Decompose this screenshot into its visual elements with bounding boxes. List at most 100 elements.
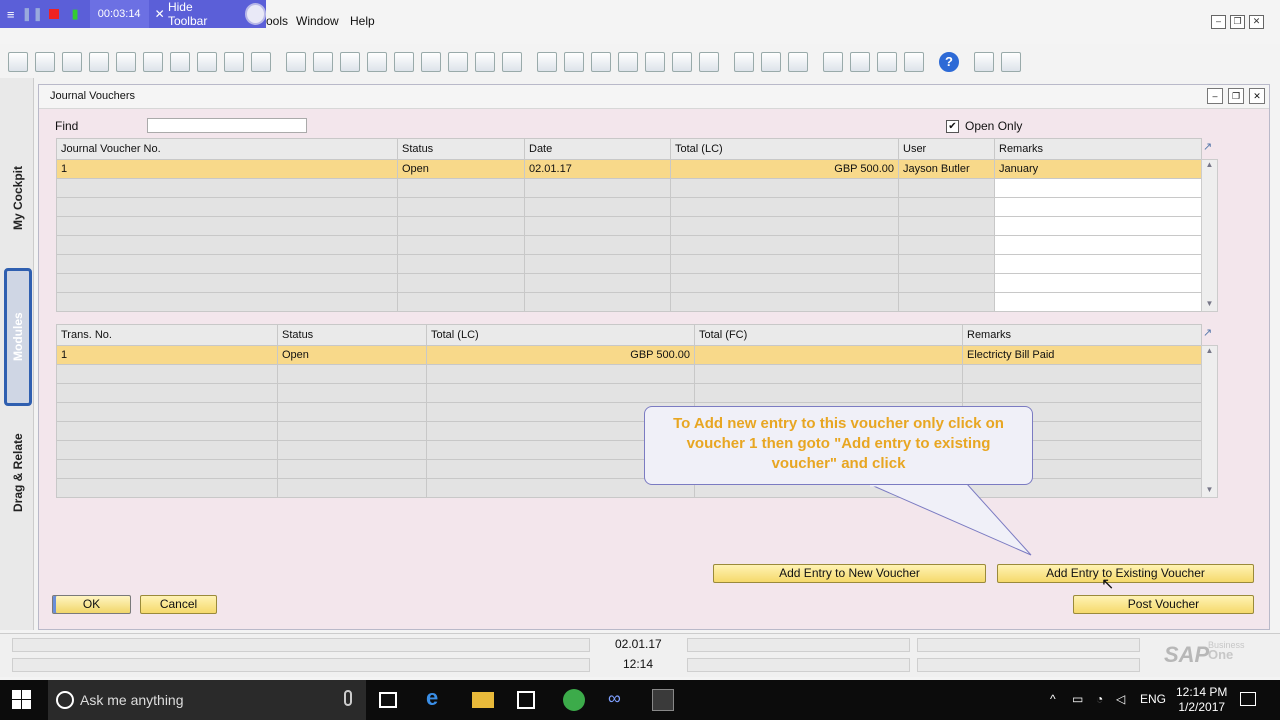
menu-tools[interactable]: ools	[266, 14, 288, 28]
menu-icon[interactable]: ≡	[0, 0, 21, 28]
cell-trans-no[interactable]: 1	[56, 345, 278, 365]
edge-browser-icon[interactable]: e	[426, 685, 448, 710]
database-icon[interactable]	[788, 52, 808, 72]
cell-remarks[interactable]: January	[994, 159, 1202, 179]
task-view-icon[interactable]	[379, 692, 397, 708]
preview-icon[interactable]	[8, 52, 28, 72]
col-remarks[interactable]: Remarks	[994, 138, 1202, 160]
table-row[interactable]: 1 Open 02.01.17 GBP 500.00 Jayson Butler…	[56, 159, 1202, 179]
col-trans-no[interactable]: Trans. No.	[56, 324, 278, 346]
book-icon[interactable]	[672, 52, 692, 72]
menu-help[interactable]: Help	[350, 14, 375, 28]
cell-total-fc[interactable]	[694, 345, 963, 365]
move-icon[interactable]	[224, 52, 244, 72]
cell-remarks[interactable]: Electricty Bill Paid	[962, 345, 1202, 365]
windows-start-icon[interactable]	[12, 690, 32, 710]
table-row[interactable]: 1 Open GBP 500.00 Electricty Bill Paid	[56, 345, 1202, 365]
store-icon[interactable]	[517, 691, 535, 709]
refresh-icon[interactable]	[448, 52, 468, 72]
col-status[interactable]: Status	[397, 138, 525, 160]
cell-total-lc[interactable]: GBP 500.00	[426, 345, 695, 365]
detail-icon[interactable]	[699, 52, 719, 72]
post-voucher-button[interactable]: Post Voucher	[1073, 595, 1254, 614]
tray-battery-icon[interactable]: ▭	[1072, 692, 1083, 706]
ok-button[interactable]: OK	[52, 595, 131, 614]
tray-language[interactable]: ENG	[1140, 692, 1166, 706]
tab-my-cockpit[interactable]: My Cockpit	[6, 148, 30, 248]
window-close-icon[interactable]: ✕	[1249, 88, 1265, 104]
next-record-icon[interactable]	[394, 52, 414, 72]
base-document-icon[interactable]	[537, 52, 557, 72]
gross-profit-icon[interactable]	[618, 52, 638, 72]
excel-icon[interactable]	[143, 52, 163, 72]
network-icon[interactable]	[904, 52, 924, 72]
scroll-up-icon[interactable]: ▲	[1202, 160, 1217, 172]
edit-icon[interactable]	[734, 52, 754, 72]
marker-icon[interactable]: ▮	[64, 0, 85, 28]
menu-window[interactable]: Window	[296, 14, 339, 28]
send-icon[interactable]	[62, 52, 82, 72]
add-entry-new-voucher-button[interactable]: Add Entry to New Voucher	[713, 564, 986, 583]
cancel-button[interactable]: Cancel	[140, 595, 217, 614]
window-restore-icon[interactable]: ❐	[1228, 88, 1244, 104]
first-record-icon[interactable]	[340, 52, 360, 72]
find-input[interactable]	[147, 118, 307, 133]
export-icon[interactable]	[116, 52, 136, 72]
pdf-icon[interactable]	[197, 52, 217, 72]
add-entry-existing-voucher-button[interactable]: Add Entry to Existing Voucher	[997, 564, 1254, 583]
word-icon[interactable]	[170, 52, 190, 72]
search-input[interactable]: Ask me anything	[80, 692, 184, 708]
microphone-icon[interactable]	[344, 690, 352, 706]
cell-voucher-no[interactable]: 1	[56, 159, 398, 179]
col-total-lc[interactable]: Total (LC)	[670, 138, 899, 160]
col-user[interactable]: User	[898, 138, 995, 160]
expand-icon[interactable]: ↗	[1203, 326, 1212, 339]
col-total-fc[interactable]: Total (FC)	[694, 324, 963, 346]
col-remarks[interactable]: Remarks	[962, 324, 1202, 346]
mail-icon[interactable]	[850, 52, 870, 72]
app-close-icon[interactable]: ✕	[1249, 15, 1264, 29]
journal-icon[interactable]	[645, 52, 665, 72]
add-icon[interactable]	[313, 52, 333, 72]
scroll-up-icon[interactable]: ▲	[1202, 346, 1217, 358]
settings-icon[interactable]	[761, 52, 781, 72]
cell-date[interactable]: 02.01.17	[524, 159, 671, 179]
previous-record-icon[interactable]	[367, 52, 387, 72]
calendar-icon[interactable]	[823, 52, 843, 72]
window-minimize-icon[interactable]: –	[1207, 88, 1223, 104]
tray-chevron-icon[interactable]: ^	[1050, 692, 1056, 706]
expand-icon[interactable]: ↗	[1203, 140, 1212, 153]
cell-status[interactable]: Open	[277, 345, 427, 365]
cell-status[interactable]: Open	[397, 159, 525, 179]
open-only-checkbox[interactable]: ✔	[946, 120, 959, 133]
col-date[interactable]: Date	[524, 138, 671, 160]
find-icon[interactable]	[286, 52, 306, 72]
col-voucher-no[interactable]: Journal Voucher No.	[56, 138, 398, 160]
messages-icon[interactable]	[877, 52, 897, 72]
pause-icon[interactable]: ❚❚	[21, 0, 43, 28]
cell-total-lc[interactable]: GBP 500.00	[670, 159, 899, 179]
screen-icon[interactable]	[1001, 52, 1021, 72]
print-icon[interactable]	[35, 52, 55, 72]
sap-taskbar-icon[interactable]	[652, 689, 674, 711]
filter-icon[interactable]	[475, 52, 495, 72]
tray-volume-icon[interactable]: ◁	[1116, 692, 1125, 706]
scroll-down-icon[interactable]: ▼	[1202, 485, 1217, 497]
tab-modules[interactable]: Modules	[4, 268, 32, 406]
scroll-down-icon[interactable]: ▼	[1202, 299, 1217, 311]
tray-clock[interactable]: 12:14 PM 1/2/2017	[1176, 685, 1227, 715]
col-status[interactable]: Status	[277, 324, 427, 346]
last-record-icon[interactable]	[421, 52, 441, 72]
chrome-icon[interactable]	[563, 689, 585, 711]
target-document-icon[interactable]	[564, 52, 584, 72]
form-settings-icon[interactable]	[974, 52, 994, 72]
app-minimize-icon[interactable]: –	[1211, 15, 1226, 29]
app-restore-icon[interactable]: ❐	[1230, 15, 1245, 29]
tray-wifi-icon[interactable]: ◔	[1096, 692, 1103, 706]
copy-icon[interactable]	[89, 52, 109, 72]
help-icon[interactable]: ?	[939, 52, 959, 72]
file-explorer-icon[interactable]	[472, 692, 494, 708]
tab-drag-relate[interactable]: Drag & Relate	[6, 418, 30, 528]
app-infinity-icon[interactable]: ∞	[608, 688, 630, 710]
action-center-icon[interactable]	[1240, 692, 1256, 706]
